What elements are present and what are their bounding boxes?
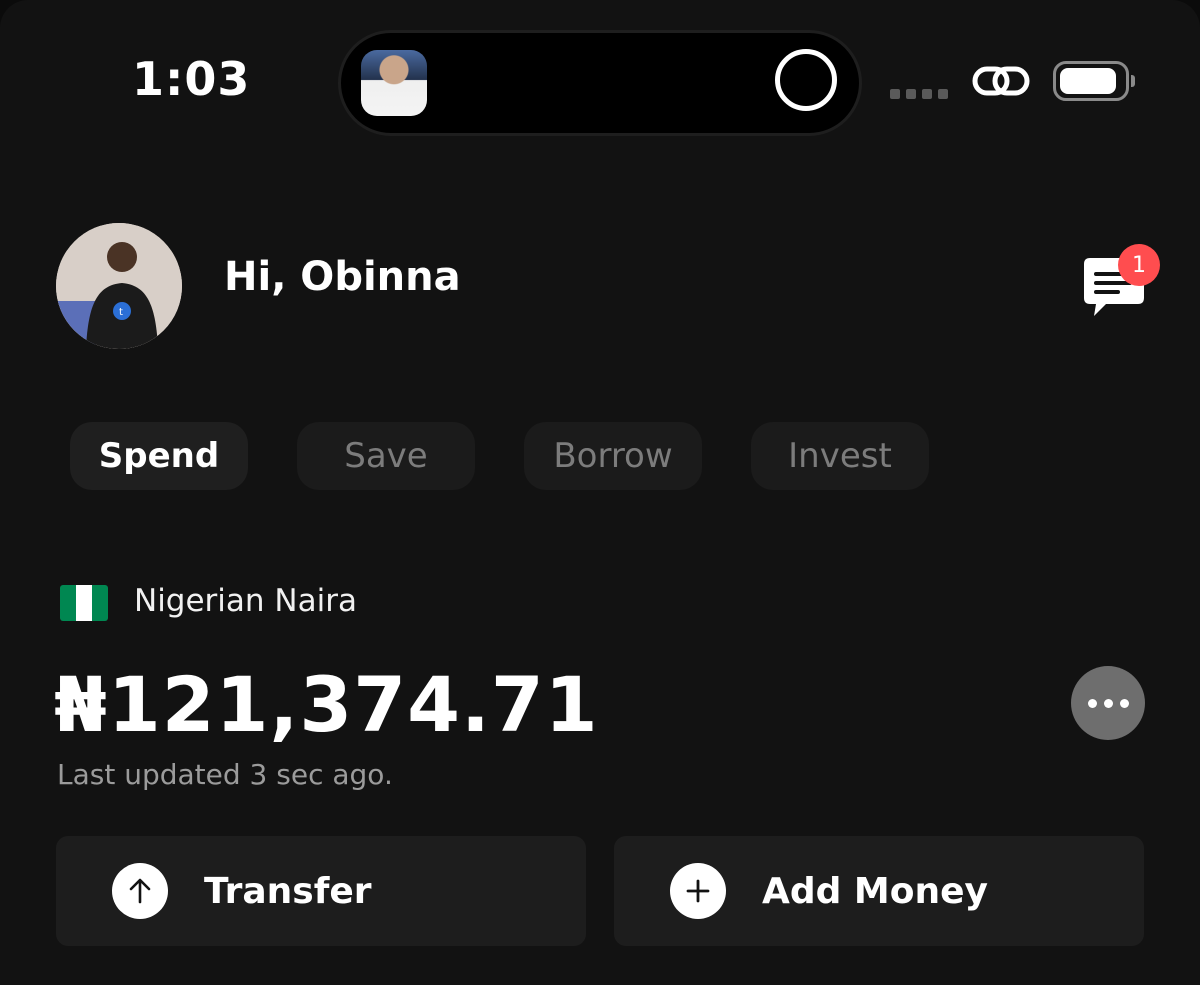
currency-name[interactable]: Nigerian Naira xyxy=(134,583,357,619)
dynamic-island[interactable] xyxy=(338,30,862,136)
plus-icon xyxy=(670,863,726,919)
more-options-button[interactable] xyxy=(1071,666,1145,740)
tab-invest[interactable]: Invest xyxy=(751,422,929,490)
activity-ring-icon xyxy=(775,49,837,111)
now-playing-thumbnail[interactable] xyxy=(361,50,427,116)
svg-text:t: t xyxy=(119,307,123,318)
greeting-text: Hi, Obinna xyxy=(224,254,461,300)
cellular-signal-icon xyxy=(890,89,948,99)
transfer-label: Transfer xyxy=(204,870,372,912)
notification-badge: 1 xyxy=(1118,244,1160,286)
account-balance: ₦121,374.71 xyxy=(54,660,599,749)
tab-spend[interactable]: Spend xyxy=(70,422,248,490)
nigeria-flag-icon xyxy=(60,585,108,621)
app-screen: 1:03 t Hi, Obinna 1 Spend Save Borrow In… xyxy=(0,0,1200,985)
last-updated-text: Last updated 3 sec ago. xyxy=(57,758,393,791)
tab-borrow[interactable]: Borrow xyxy=(524,422,702,490)
battery-icon xyxy=(1053,61,1135,101)
status-time: 1:03 xyxy=(132,52,251,106)
avatar[interactable]: t xyxy=(56,223,182,349)
arrow-up-icon xyxy=(112,863,168,919)
tab-save[interactable]: Save xyxy=(297,422,475,490)
avatar-image: t xyxy=(56,223,182,349)
add-money-button[interactable]: Add Money xyxy=(614,836,1144,946)
transfer-button[interactable]: Transfer xyxy=(56,836,586,946)
link-icon xyxy=(972,66,1030,96)
add-money-label: Add Money xyxy=(762,870,989,912)
